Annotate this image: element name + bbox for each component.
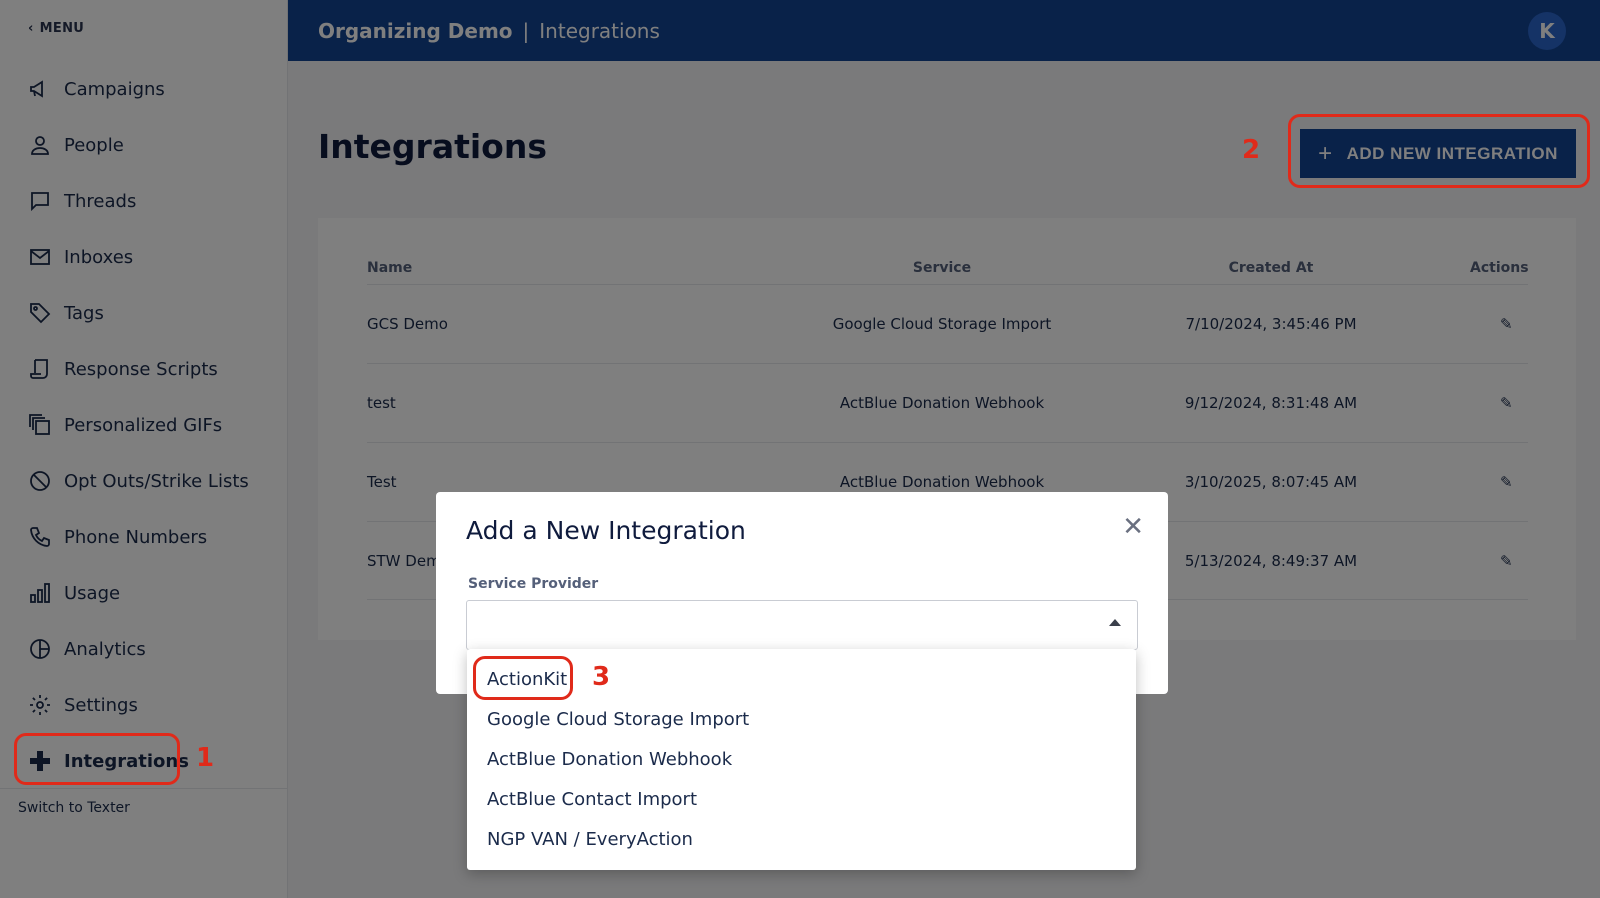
option-actblue-contact-import[interactable]: ActBlue Contact Import bbox=[487, 789, 697, 810]
annotation-highlight-integrations bbox=[14, 733, 180, 785]
option-actblue-donation-webhook[interactable]: ActBlue Donation Webhook bbox=[487, 749, 732, 770]
annotation-highlight-add-button bbox=[1288, 114, 1590, 188]
annotation-number: 1 bbox=[196, 743, 215, 773]
dialog-title: Add a New Integration bbox=[466, 516, 746, 545]
close-icon[interactable]: ✕ bbox=[1122, 512, 1144, 542]
annotation-number: 3 bbox=[592, 662, 611, 692]
annotation-highlight-actionkit bbox=[473, 656, 573, 700]
option-ngp-van-everyaction[interactable]: NGP VAN / EveryAction bbox=[487, 829, 693, 850]
caret-up-icon bbox=[1109, 619, 1121, 626]
service-provider-select[interactable] bbox=[466, 600, 1138, 650]
service-provider-label: Service Provider bbox=[468, 576, 599, 592]
option-google-cloud-storage-import[interactable]: Google Cloud Storage Import bbox=[487, 709, 749, 730]
annotation-number: 2 bbox=[1242, 135, 1261, 165]
